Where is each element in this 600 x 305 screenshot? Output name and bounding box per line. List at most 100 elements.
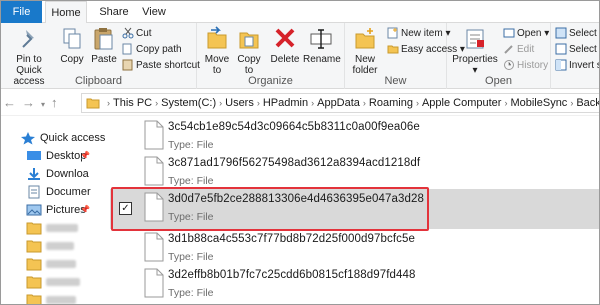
file-icon <box>144 232 164 262</box>
star-icon <box>21 132 35 145</box>
copy-to-label: Copy to <box>237 54 261 76</box>
nav-blurred-folder[interactable] <box>26 291 86 304</box>
breadcrumb-item[interactable]: Users <box>225 97 254 109</box>
cut-label: Cut <box>136 28 152 39</box>
copy-path-button[interactable]: Copy path <box>122 42 182 57</box>
file-icon <box>144 156 164 186</box>
file-row[interactable]: 3d1b88ca4c553c7f77bd8b72d25f000d97bcfc5e… <box>110 229 599 269</box>
file-name: 3c871ad1796f56275498ad3612a8394acd1218df <box>168 157 421 169</box>
delete-button[interactable]: Delete <box>270 26 300 65</box>
select-group: Select all Select no Invert sel <box>551 23 599 89</box>
open-group: Properties ▾ Open ▾ Edit History Open <box>447 23 551 89</box>
copy-icon <box>63 28 81 49</box>
select-all-button[interactable]: Select all <box>555 26 599 41</box>
breadcrumb-separator[interactable]: › <box>311 98 314 108</box>
file-row[interactable]: 3c54cb1e89c54d3c09664c5b8311c0a00f9ea06e… <box>110 117 599 157</box>
properties-button[interactable]: Properties ▾ <box>451 26 499 76</box>
folder-icon <box>26 222 42 235</box>
paste-shortcut-icon <box>122 59 133 71</box>
pin-icon <box>22 30 34 48</box>
invert-selection-button[interactable]: Invert sel <box>555 58 599 73</box>
address-bar[interactable]: › This PC › System(C:) › Users › HPadmin › AppDat… <box>81 93 599 113</box>
rename-label: Rename <box>303 54 341 65</box>
cut-button[interactable]: Cut <box>122 26 152 41</box>
folder-icon <box>26 240 42 253</box>
nav-blurred-folder[interactable] <box>26 273 86 291</box>
open-group-label: Open <box>485 75 512 87</box>
recent-dropdown-icon[interactable]: ▾ <box>41 100 51 109</box>
breadcrumb-item[interactable]: HPadmin <box>263 97 308 109</box>
new-folder-icon <box>355 28 375 49</box>
edit-button[interactable]: Edit <box>503 42 534 57</box>
breadcrumb-separator[interactable]: › <box>107 98 110 108</box>
tab-view[interactable]: View <box>139 1 169 23</box>
breadcrumb-separator[interactable]: › <box>363 98 366 108</box>
history-button[interactable]: History <box>503 58 548 73</box>
pictures-icon <box>26 204 42 216</box>
breadcrumb-item[interactable]: This PC <box>113 97 152 109</box>
copy-button[interactable]: Copy <box>57 26 87 65</box>
breadcrumb-item[interactable]: AppData <box>317 97 360 109</box>
breadcrumb-item[interactable]: MobileSync <box>510 97 567 109</box>
folder-icon <box>26 294 42 304</box>
file-name: 3c54cb1e89c54d3c09664c5b8311c0a00f9ea06e <box>168 121 420 133</box>
history-label: History <box>517 60 549 71</box>
breadcrumb-separator[interactable]: › <box>155 98 158 108</box>
new-folder-button[interactable]: New folder <box>348 26 382 76</box>
blurred-label <box>46 278 80 286</box>
clipboard-group: Pin to Quick access Copy Paste Cut Copy … <box>1 23 200 89</box>
edit-icon <box>504 45 513 54</box>
breadcrumb-separator[interactable]: › <box>504 98 507 108</box>
copy-to-button[interactable]: Copy to <box>234 26 264 76</box>
breadcrumb-separator[interactable]: › <box>257 98 260 108</box>
move-to-icon <box>207 26 227 49</box>
select-none-label: Select no <box>569 44 599 55</box>
file-name: 3d2effb8b01b7fc7c25cdd6b0815cf188d97fd44… <box>168 269 416 281</box>
new-group-label: New <box>384 75 407 87</box>
open-button[interactable]: Open ▾ <box>503 26 549 41</box>
new-folder-label: New folder <box>352 54 378 76</box>
breadcrumb-separator[interactable]: › <box>416 98 419 108</box>
ribbon-tab-bar: File Home Share View <box>1 1 599 24</box>
rename-button[interactable]: Rename <box>303 26 341 65</box>
file-type: Type: File <box>168 287 214 299</box>
breadcrumb-item[interactable]: Backup <box>576 97 599 109</box>
paste-shortcut-button[interactable]: Paste shortcut <box>122 58 200 73</box>
breadcrumb-item[interactable]: Roaming <box>369 97 413 109</box>
new-item-button[interactable]: New item ▾ <box>387 26 451 41</box>
copy-path-label: Copy path <box>136 44 182 55</box>
easy-access-icon <box>387 45 399 54</box>
select-all-icon <box>555 27 567 39</box>
rename-icon <box>310 29 332 49</box>
nav-blurred-folder[interactable] <box>26 219 86 237</box>
tab-file[interactable]: File <box>1 1 42 23</box>
file-icon <box>144 268 164 298</box>
file-row[interactable]: 3d2effb8b01b7fc7c25cdd6b0815cf188d97fd44… <box>110 265 599 304</box>
properties-label: Properties <box>452 54 498 65</box>
breadcrumb-separator[interactable]: › <box>570 98 573 108</box>
nav-blurred-folder[interactable] <box>26 237 86 255</box>
delete-icon <box>275 28 295 48</box>
paste-label: Paste <box>91 54 117 65</box>
scissors-icon <box>122 27 134 39</box>
back-arrow-icon[interactable]: ← <box>3 95 22 110</box>
paste-button[interactable]: Paste <box>89 26 119 65</box>
tab-home[interactable]: Home <box>45 1 87 24</box>
forward-arrow-icon[interactable]: → <box>22 95 41 110</box>
file-icon <box>144 120 164 150</box>
breadcrumb-separator[interactable]: › <box>219 98 222 108</box>
tab-share[interactable]: Share <box>95 1 133 23</box>
copy-to-icon <box>239 32 259 49</box>
folder-icon <box>86 98 100 109</box>
move-to-label: Move to <box>204 54 230 76</box>
folder-icon <box>26 276 42 289</box>
select-none-button[interactable]: Select no <box>555 42 599 57</box>
paste-shortcut-label: Paste shortcut <box>136 60 200 71</box>
breadcrumb-item[interactable]: System(C:) <box>161 97 216 109</box>
move-to-button[interactable]: Move to <box>202 26 232 76</box>
invert-selection-icon <box>555 59 567 71</box>
up-arrow-icon[interactable]: ↑ <box>51 95 64 110</box>
breadcrumb-item[interactable]: Apple Computer <box>422 97 502 109</box>
pin-icon: 📌 <box>80 205 90 214</box>
nav-blurred-folder[interactable] <box>26 255 86 273</box>
